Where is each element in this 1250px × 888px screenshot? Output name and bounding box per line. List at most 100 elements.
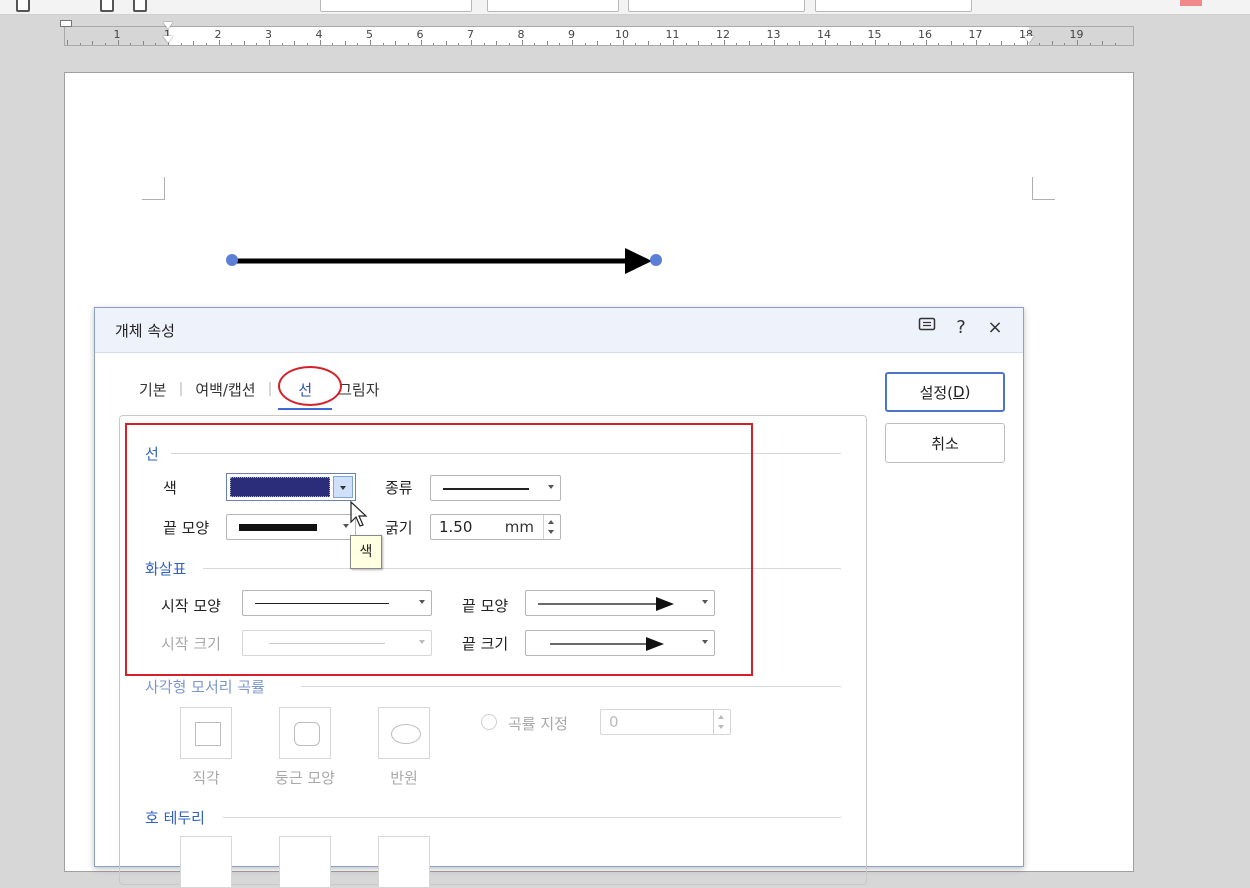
arc-option-button[interactable] (378, 836, 430, 888)
ruler-tick (774, 40, 775, 45)
ruler-tick (673, 40, 674, 45)
ruler-tick (117, 40, 119, 45)
color-tooltip: 색 (350, 535, 382, 569)
ruler-tick (912, 43, 914, 45)
ruler-tick (761, 43, 763, 45)
copy-icon[interactable] (100, 0, 114, 12)
horizontal-ruler[interactable]: 1 1 2 3 4 5 6 7 8 9 10 11 12 13 14 15 16 17 18 19 (64, 26, 1134, 46)
ruler-tick (193, 41, 195, 45)
font-size-combo[interactable] (815, 0, 972, 12)
ruler-tick (483, 43, 485, 45)
ruler-tick (256, 43, 258, 45)
ruler-tick (306, 43, 308, 45)
style-combo[interactable] (320, 0, 472, 12)
ruler-tick (1089, 43, 1091, 45)
ruler-tick (155, 43, 157, 45)
ruler-tick (1114, 43, 1116, 45)
custom-curvature-radio[interactable] (481, 714, 497, 730)
first-line-indent-marker[interactable] (163, 22, 173, 32)
object-properties-dialog: 개체 속성 ? × 기본 | 여백/캡션 | 선 그림자 선 색 종류 끝 모양… (94, 307, 1024, 888)
ruler-tick (811, 43, 813, 45)
crop-mark-left (142, 177, 165, 200)
ruler-tick (395, 41, 397, 45)
left-indent-marker[interactable] (163, 36, 173, 46)
ruler-tick (370, 40, 371, 45)
ruler-tick (104, 43, 106, 45)
corner-semicircle-button[interactable] (378, 707, 430, 759)
spin-buttons[interactable] (713, 710, 730, 734)
close-icon[interactable]: × (985, 317, 1005, 338)
ruler-tick (180, 43, 182, 45)
ruler-tick (521, 40, 523, 45)
ruler-tick (849, 41, 851, 45)
ruler-tick (597, 41, 599, 45)
section-divider (223, 817, 841, 818)
dialog-title-bar[interactable]: 개체 속성 ? × (95, 308, 1023, 353)
ruler-tick (837, 43, 839, 45)
tab-separator: | (178, 381, 184, 397)
ruler-tick (1013, 43, 1015, 45)
curvature-value[interactable]: 0 (609, 713, 619, 731)
ruler-tick (231, 43, 233, 45)
corner-square-label: 직각 (192, 769, 220, 787)
ruler-tick (471, 40, 472, 45)
ruler-tick (584, 43, 586, 45)
ruler-tick (67, 40, 68, 45)
ruler-tick (218, 40, 220, 45)
curvature-stepper[interactable]: 0 (600, 709, 731, 735)
custom-curvature-label: 곡률 지정 (508, 715, 568, 733)
ruler-tick (92, 41, 94, 45)
corner-section-title: 사각형 모서리 곡률 (145, 678, 265, 696)
ruler-tick (458, 43, 460, 45)
tab-basic[interactable]: 기본 (133, 379, 173, 400)
right-indent-marker[interactable] (1024, 36, 1034, 46)
square-corner-icon (195, 722, 221, 746)
mouse-cursor-icon (350, 500, 368, 527)
ruler-tick (344, 41, 346, 45)
ruler-tick (925, 40, 927, 45)
paste-icon[interactable] (133, 0, 147, 12)
ruler-tick (875, 40, 876, 45)
ruler-tick (142, 41, 144, 45)
help-icon[interactable]: ? (951, 317, 971, 338)
cancel-button[interactable]: 취소 (885, 423, 1005, 463)
ruler-tick (357, 43, 359, 45)
ruler-tick (698, 41, 700, 45)
start-handle[interactable] (226, 254, 238, 266)
ruler-tick (407, 43, 409, 45)
ruler-tick (1064, 43, 1066, 45)
end-handle[interactable] (650, 254, 662, 266)
corner-rounded-label: 둥근 모양 (275, 769, 335, 787)
arc-option-button[interactable] (180, 836, 232, 888)
font-name-combo[interactable] (628, 0, 805, 12)
tab-margin-caption[interactable]: 여백/캡션 (189, 379, 261, 400)
ruler-tick (130, 43, 132, 45)
ruler-tick (609, 43, 611, 45)
toolbar (0, 0, 1250, 15)
page-icon[interactable] (16, 0, 30, 12)
ruler-tick (950, 41, 952, 45)
ruler-tick (1001, 41, 1003, 45)
ruler-tick (1039, 43, 1041, 45)
highlight-color-icon[interactable] (1180, 0, 1202, 6)
annotation-highlight-box (125, 423, 753, 676)
ruler-tick (332, 43, 334, 45)
tab-type-icon[interactable] (60, 20, 72, 27)
font-combo[interactable] (487, 0, 619, 12)
ruler-tick (988, 43, 990, 45)
arc-option-button[interactable] (279, 836, 331, 888)
ok-button[interactable]: 설정(D) (885, 372, 1005, 412)
ruler-tick (281, 43, 283, 45)
tab-bar: 기본 | 여백/캡션 | 선 그림자 (133, 374, 386, 410)
corner-square-button[interactable] (180, 707, 232, 759)
ruler-tick (824, 40, 826, 45)
dialog-title: 개체 속성 (115, 322, 175, 340)
section-divider (301, 686, 841, 687)
ruler-tick (1051, 41, 1053, 45)
ruler-tick (534, 43, 536, 45)
corner-rounded-button[interactable] (279, 707, 331, 759)
comment-icon[interactable] (917, 317, 937, 338)
arrow-shape-object[interactable] (220, 243, 670, 279)
rounded-corner-icon (294, 722, 320, 746)
ruler-tick (319, 40, 321, 45)
